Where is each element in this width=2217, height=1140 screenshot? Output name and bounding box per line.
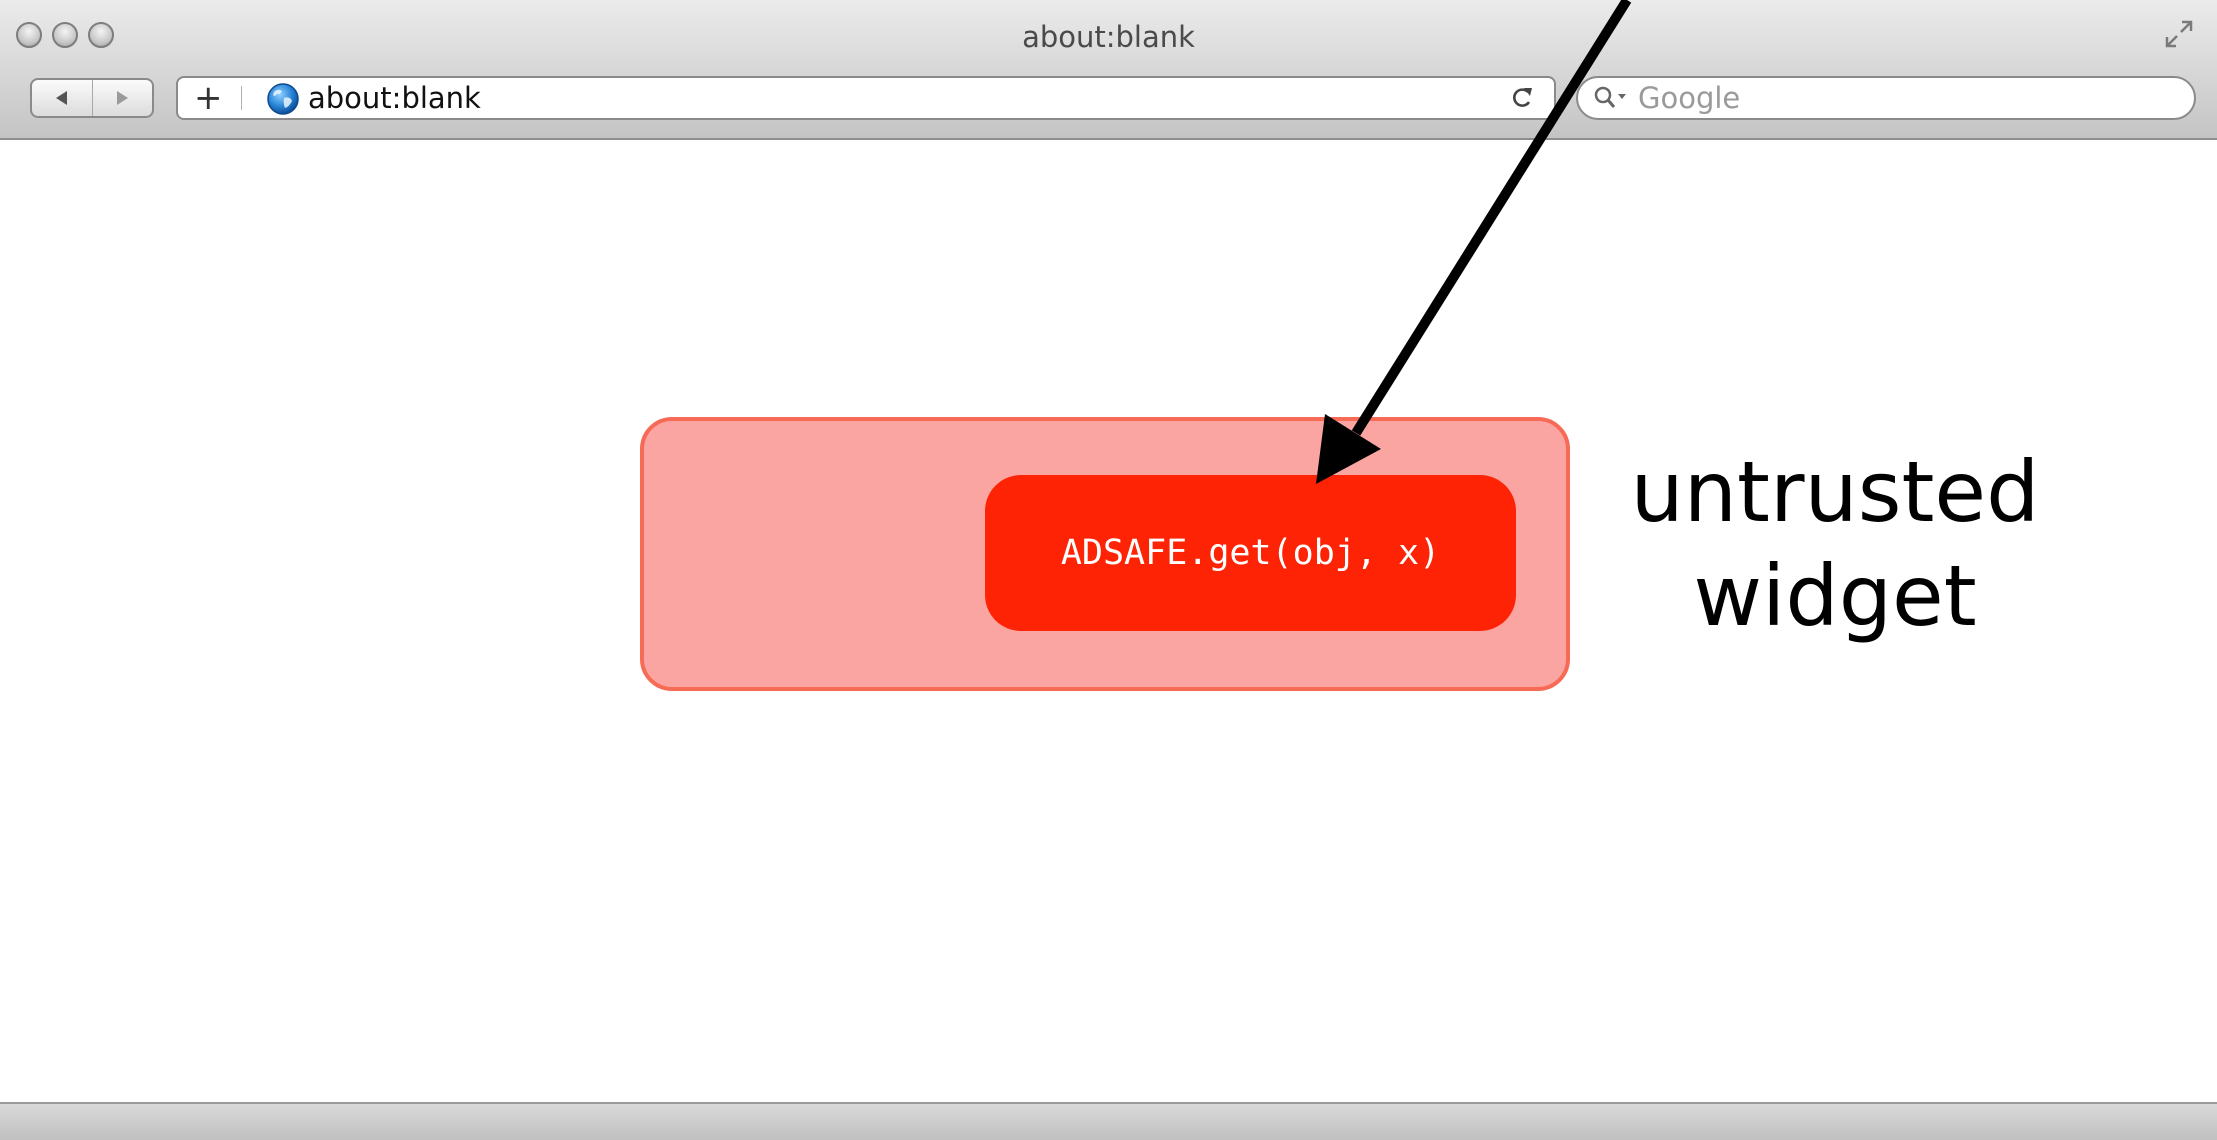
forward-button[interactable] bbox=[91, 80, 153, 116]
status-bar bbox=[0, 1102, 2217, 1140]
back-button[interactable] bbox=[32, 80, 92, 116]
back-forward-buttons bbox=[30, 78, 154, 118]
search-field[interactable] bbox=[1576, 76, 2196, 120]
widget-code-box: ADSAFE.get(obj, x) bbox=[985, 475, 1516, 631]
caption-line-2: widget bbox=[1693, 547, 1977, 645]
widget-code-label: ADSAFE.get(obj, x) bbox=[1060, 533, 1441, 573]
search-input[interactable] bbox=[1638, 78, 2158, 118]
widget-caption: untrusted widget bbox=[1600, 440, 2070, 648]
add-bookmark-button[interactable]: + bbox=[194, 78, 223, 118]
address-bar[interactable]: + about:blank bbox=[176, 76, 1556, 120]
address-divider bbox=[241, 86, 242, 110]
window-title: about:blank bbox=[1022, 20, 1195, 54]
back-arrow-icon bbox=[55, 91, 67, 105]
fullscreen-icon[interactable] bbox=[2163, 18, 2195, 50]
reload-icon[interactable] bbox=[1508, 84, 1536, 112]
url-text[interactable]: about:blank bbox=[308, 78, 481, 118]
caption-line-1: untrusted bbox=[1630, 443, 2040, 541]
browser-toolbar: about:blank + about:blank Google bbox=[0, 0, 2217, 140]
forward-arrow-icon bbox=[117, 91, 129, 105]
globe-icon bbox=[267, 83, 299, 115]
browser-window: about:blank + about:blank Google ADSAFE.… bbox=[0, 0, 2217, 1140]
search-icon bbox=[1594, 86, 1626, 108]
